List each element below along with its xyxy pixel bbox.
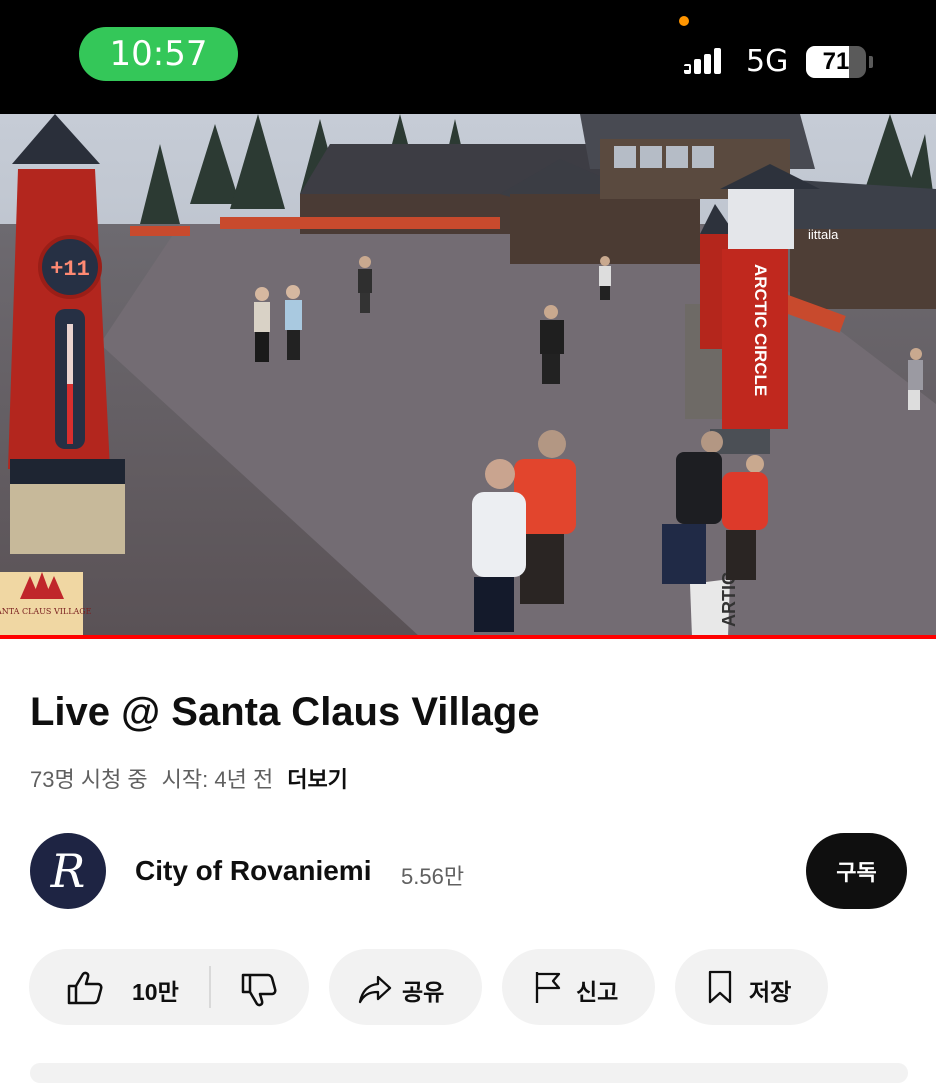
next-section-peek xyxy=(30,1063,908,1083)
status-bar: 10:57 5G 71 xyxy=(0,0,936,114)
thermometer-reading: +11 xyxy=(50,257,90,282)
time-text: 10:57 xyxy=(109,34,208,74)
video-player[interactable]: iittala +11 ARCTIC CIRCLE ARTIC SANTA CL… xyxy=(0,114,936,637)
avatar-letter: R xyxy=(50,844,86,898)
privacy-indicator-dot xyxy=(679,16,689,26)
battery-tip xyxy=(869,56,873,68)
save-label: 저장 xyxy=(749,979,792,1005)
store-sign: iittala xyxy=(808,227,839,242)
cellular-signal-icon xyxy=(684,48,721,74)
channel-avatar[interactable]: R xyxy=(30,833,106,909)
video-meta[interactable]: 73명 시청 중 시작: 4년 전 더보기 xyxy=(30,762,348,794)
flag-icon xyxy=(535,972,561,1003)
live-progress-bar[interactable] xyxy=(0,635,936,639)
start-time: 시작: 4년 전 xyxy=(161,767,274,792)
like-divider xyxy=(209,966,211,1008)
save-button[interactable]: 저장 xyxy=(675,949,828,1025)
report-button[interactable]: 신고 xyxy=(502,949,655,1025)
santa-claus-village-logo: SANTA CLAUS VILLAGE xyxy=(0,572,92,637)
status-time[interactable]: 10:57 xyxy=(79,27,238,81)
viewer-count: 73명 시청 중 xyxy=(30,767,148,792)
thumbs-up-icon[interactable] xyxy=(65,969,105,1009)
report-label: 신고 xyxy=(576,979,619,1005)
more-link[interactable]: 더보기 xyxy=(287,762,348,794)
battery-level-text: 71 xyxy=(822,48,850,75)
channel-row[interactable]: R City of Rovaniemi 5.56만 구독 xyxy=(30,833,908,911)
like-count[interactable]: 10만 xyxy=(132,973,179,1007)
thumbs-down-icon[interactable] xyxy=(239,969,279,1009)
live-camera-frame: iittala +11 ARCTIC CIRCLE ARTIC SANTA CL… xyxy=(0,114,936,637)
ground-sign: ARTIC xyxy=(719,572,739,627)
battery-icon: 71 xyxy=(806,46,866,78)
like-dislike-pill: 10만 xyxy=(29,949,309,1025)
network-type: 5G xyxy=(746,44,789,79)
subscriber-count: 5.56만 xyxy=(401,864,465,889)
subscribe-button[interactable]: 구독 xyxy=(806,833,907,909)
share-label: 공유 xyxy=(402,979,445,1005)
share-button[interactable]: 공유 xyxy=(329,949,482,1025)
logo-text: SANTA CLAUS VILLAGE xyxy=(0,607,92,616)
video-title: Live @ Santa Claus Village xyxy=(30,690,540,734)
bookmark-icon xyxy=(708,970,732,1004)
channel-name[interactable]: City of Rovaniemi xyxy=(135,855,371,887)
action-bar: 10만 공유 신고 저장 xyxy=(29,949,909,1025)
share-icon xyxy=(358,975,392,1004)
arctic-circle-sign: ARCTIC CIRCLE xyxy=(751,264,770,396)
